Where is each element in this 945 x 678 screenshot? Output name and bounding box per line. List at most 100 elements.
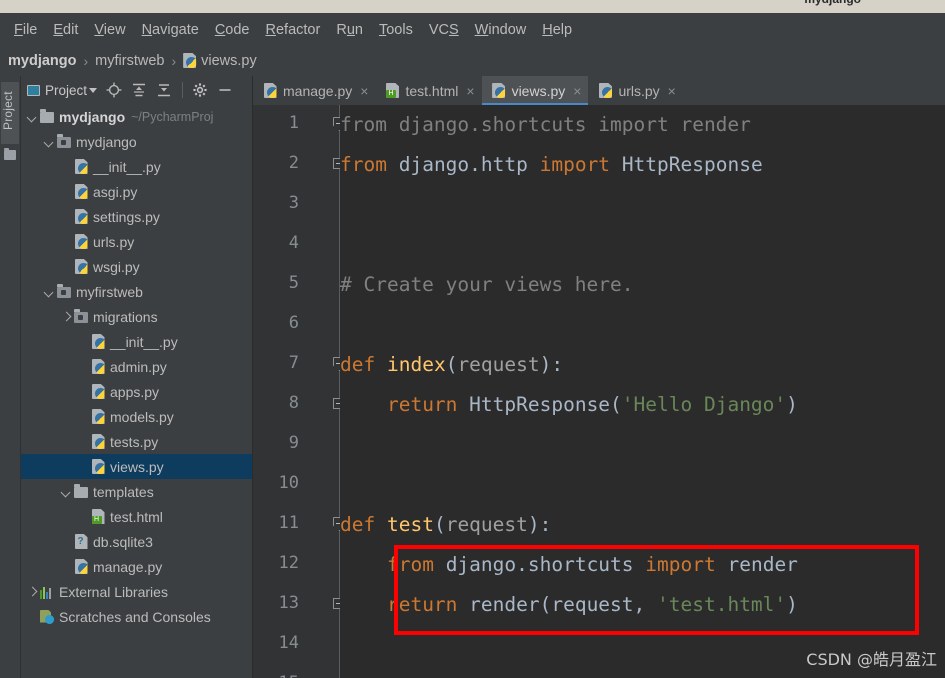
menu-window[interactable]: Window: [467, 20, 535, 40]
tree-item-tests-py[interactable]: tests.py: [21, 429, 252, 454]
editor-tab-views-py[interactable]: views.py ×: [481, 76, 589, 105]
menu-run[interactable]: Run: [328, 20, 371, 40]
tree-item-myfirstweb[interactable]: myfirstweb: [21, 279, 252, 304]
code-content[interactable]: from django.shortcuts import render from …: [340, 105, 945, 678]
menu-vcs[interactable]: VCS: [421, 20, 467, 40]
menu-refactor[interactable]: Refactor: [258, 20, 329, 40]
breadcrumb-separator: ›: [171, 53, 177, 69]
close-icon[interactable]: ×: [466, 84, 474, 98]
chevron-down-icon[interactable]: [61, 486, 73, 498]
tree-item-mydjango[interactable]: mydjango: [21, 129, 252, 154]
tree-item-label: manage.py: [93, 558, 163, 575]
tree-item-apps-py[interactable]: apps.py: [21, 379, 252, 404]
tree-item-scratches-and-consoles[interactable]: Scratches and Consoles: [21, 604, 252, 629]
settings-gear-icon[interactable]: [192, 82, 208, 98]
tree-item-external-libraries[interactable]: External Libraries: [21, 579, 252, 604]
tree-item-test-html[interactable]: test.html: [21, 504, 252, 529]
breadcrumb: mydjango › myfirstweb › views.py: [0, 46, 945, 76]
project-view-icon[interactable]: [27, 84, 40, 96]
menu-view[interactable]: View: [86, 20, 133, 40]
tree-item-manage-py[interactable]: manage.py: [21, 554, 252, 579]
close-icon[interactable]: ×: [573, 84, 581, 98]
project-tool-button[interactable]: Project: [1, 82, 19, 144]
tree-item-urls-py[interactable]: urls.py: [21, 229, 252, 254]
tree-item-models-py[interactable]: models.py: [21, 404, 252, 429]
code-line-2: from django.http import HttpResponse: [340, 153, 763, 176]
tree-item-__init__-py[interactable]: __init__.py: [21, 154, 252, 179]
expand-all-icon[interactable]: [131, 82, 147, 98]
scratches-icon: [39, 609, 55, 625]
collapse-all-icon[interactable]: [156, 82, 172, 98]
folder-icon[interactable]: [4, 148, 16, 160]
tree-item-label: settings.py: [93, 208, 160, 225]
code-line-1: from django.shortcuts import render: [340, 113, 751, 136]
tree-item-label: Scratches and Consoles: [59, 608, 211, 625]
python-file-icon: [73, 234, 89, 250]
tree-item-migrations[interactable]: migrations: [21, 304, 252, 329]
editor-tab-manage-py[interactable]: manage.py ×: [253, 76, 375, 105]
python-file-icon: [90, 434, 106, 450]
libraries-icon: [39, 584, 55, 600]
close-icon[interactable]: ×: [668, 84, 676, 98]
tree-item-__init__-py[interactable]: __init__.py: [21, 329, 252, 354]
tree-item-label: __init__.py: [110, 333, 178, 350]
python-file-icon: [73, 159, 89, 175]
tree-item-label: views.py: [110, 458, 164, 475]
tree-item-templates[interactable]: templates: [21, 479, 252, 504]
line-number: 9: [288, 433, 299, 453]
python-file-icon: [90, 409, 106, 425]
line-number: 5: [288, 273, 299, 293]
menu-file[interactable]: File: [6, 20, 45, 40]
locate-target-icon[interactable]: [106, 82, 122, 98]
editor-tab-urls-py[interactable]: urls.py ×: [588, 76, 682, 105]
hide-panel-icon[interactable]: [217, 82, 233, 98]
breadcrumb-item-views-py[interactable]: views.py: [201, 53, 257, 69]
editor-tab-label: manage.py: [283, 82, 353, 99]
chevron-right-icon[interactable]: [27, 586, 39, 598]
tree-item-label: myfirstweb: [76, 283, 143, 300]
tree-item-db-sqlite3[interactable]: db.sqlite3: [21, 529, 252, 554]
code-editor[interactable]: 123456789101112131415 from django.shortc…: [253, 105, 945, 678]
line-number: 2: [288, 153, 299, 173]
tree-item-wsgi-py[interactable]: wsgi.py: [21, 254, 252, 279]
menu-navigate[interactable]: Navigate: [134, 20, 207, 40]
editor-tab-test-html[interactable]: test.html ×: [375, 76, 481, 105]
menu-help[interactable]: Help: [534, 20, 580, 40]
tree-item-asgi-py[interactable]: asgi.py: [21, 179, 252, 204]
breadcrumb-item-mydjango[interactable]: mydjango: [8, 53, 76, 69]
line-number: 1: [288, 113, 299, 133]
line-number: 3: [288, 193, 299, 213]
python-file-icon: [90, 459, 106, 475]
chevron-down-icon[interactable]: [44, 286, 56, 298]
chevron-down-icon[interactable]: [44, 136, 56, 148]
project-panel-title: Project: [45, 82, 88, 98]
chevron-down-icon[interactable]: [27, 111, 39, 123]
line-number: 4: [288, 233, 299, 253]
tree-item-settings-py[interactable]: settings.py: [21, 204, 252, 229]
tree-item-label: models.py: [110, 408, 174, 425]
menu-code[interactable]: Code: [207, 20, 258, 40]
python-file-icon: [597, 83, 613, 99]
chevron-right-icon[interactable]: [61, 311, 73, 323]
tree-item-label: test.html: [110, 508, 163, 525]
tree-item-mydjango[interactable]: mydjango ~/PycharmProj: [21, 104, 252, 129]
code-line-12: from django.shortcuts import render: [386, 553, 798, 576]
close-icon[interactable]: ×: [360, 84, 368, 98]
menu-tools[interactable]: Tools: [371, 20, 421, 40]
breadcrumb-item-myfirstweb[interactable]: myfirstweb: [95, 53, 164, 69]
menu-edit[interactable]: Edit: [45, 20, 86, 40]
chevron-down-icon[interactable]: [89, 87, 98, 93]
tree-item-views-py[interactable]: views.py: [21, 454, 252, 479]
tree-item-admin-py[interactable]: admin.py: [21, 354, 252, 379]
